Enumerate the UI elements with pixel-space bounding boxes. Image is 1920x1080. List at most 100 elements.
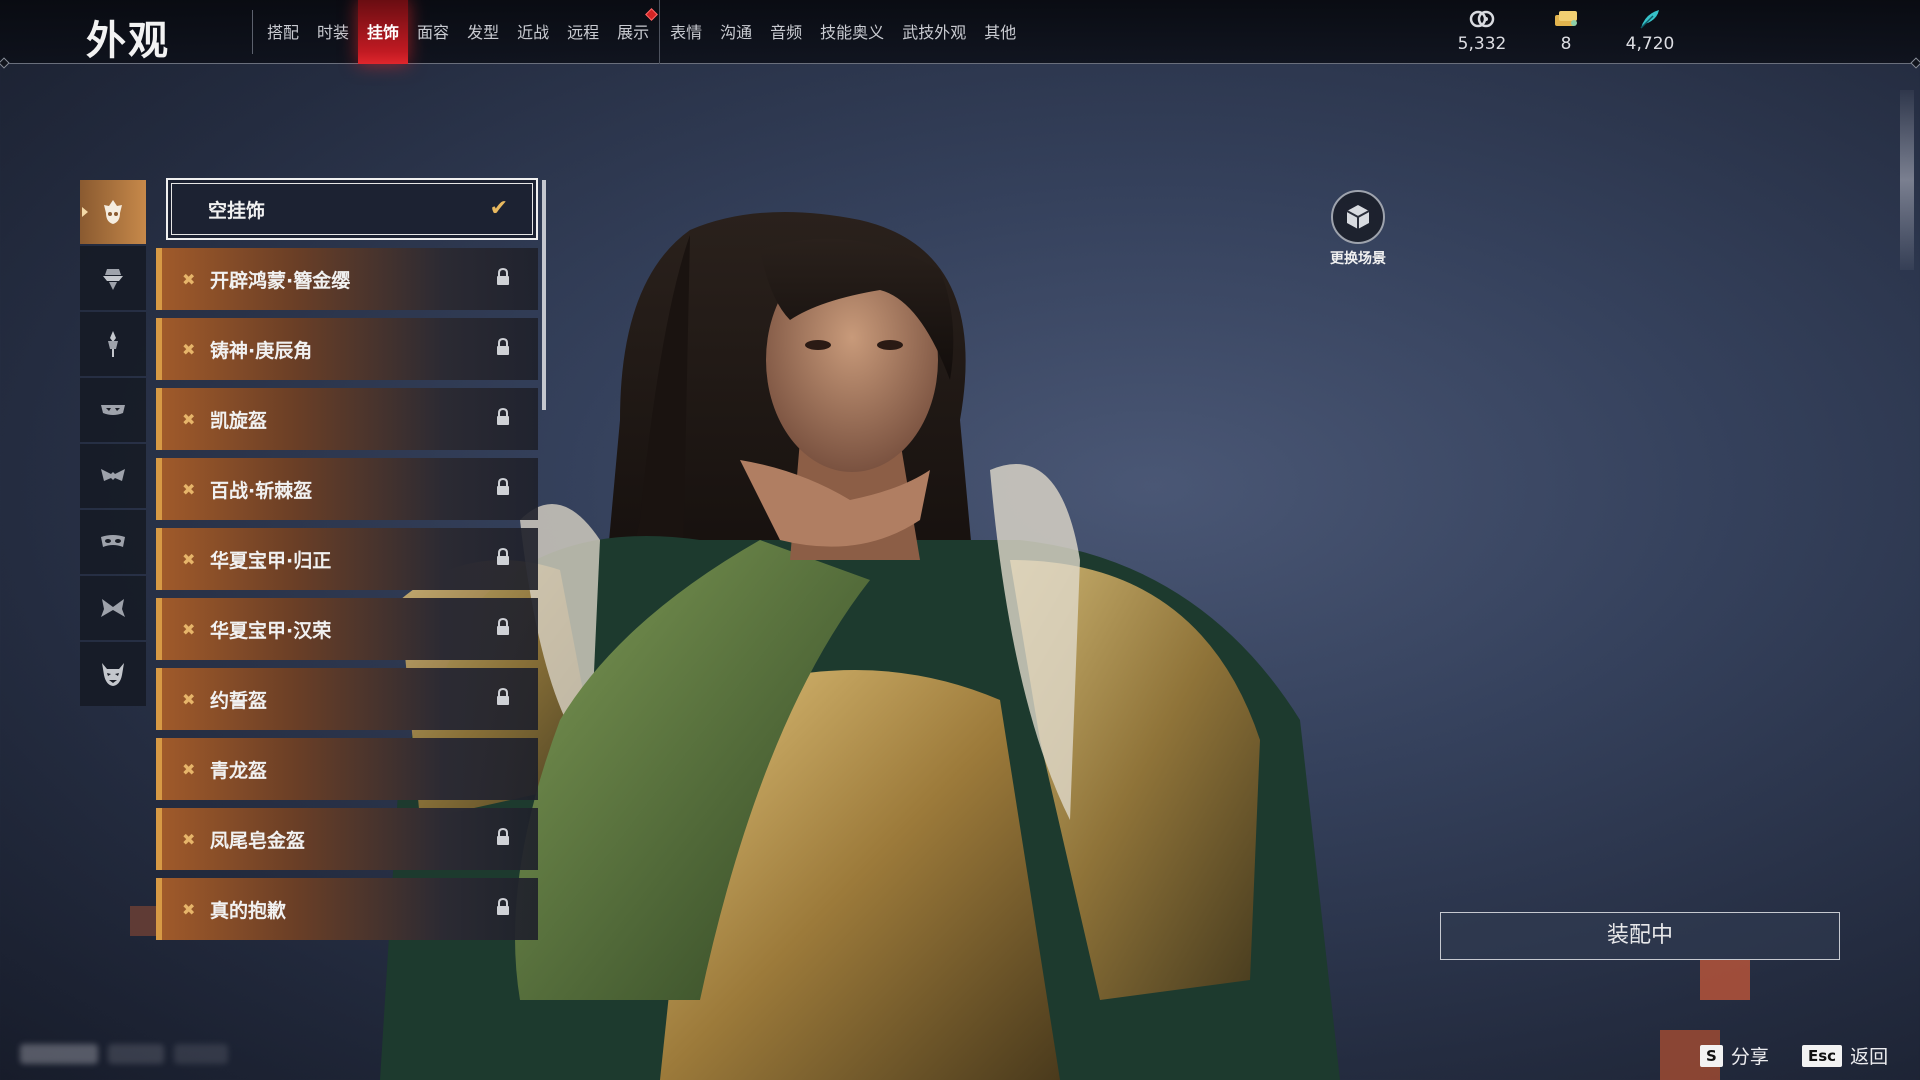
- list-scrollbar[interactable]: [542, 180, 546, 410]
- currency-tickets[interactable]: 8: [1524, 6, 1608, 54]
- top-bar: 外观 搭配 时装 挂饰 面容 发型 近战 远程 展示 表情 沟通 音频 技能奥义…: [0, 0, 1920, 69]
- currency-bar: 5,332 8 4,720: [1440, 6, 1692, 54]
- rarity-star-icon: ✖: [182, 549, 196, 569]
- lock-icon: [497, 338, 509, 355]
- tab-face[interactable]: 面容: [408, 0, 458, 64]
- item-name: 青龙盔: [210, 759, 268, 782]
- rarity-star-icon: ✖: [182, 829, 196, 849]
- item-name: 华夏宝甲·归正: [210, 549, 332, 572]
- lock-icon: [497, 548, 509, 565]
- item-name: 百战·斩棘盔: [210, 479, 313, 502]
- coin-stack-icon: [1440, 6, 1524, 32]
- change-scene-label: 更换场景: [1330, 251, 1386, 267]
- right-edge-decoration: [1900, 90, 1914, 270]
- lock-icon: [497, 688, 509, 705]
- category-headgear[interactable]: [80, 180, 146, 244]
- title-divider: [252, 10, 253, 54]
- equip-status-button[interactable]: 装配中: [1440, 912, 1840, 960]
- demon-mask-icon: [102, 663, 124, 686]
- list-item[interactable]: ✖ 凯旋盔: [156, 388, 538, 450]
- category-hairpin[interactable]: [80, 312, 146, 376]
- rarity-star-icon: ✖: [182, 689, 196, 709]
- rarity-star-icon: ✖: [182, 339, 196, 359]
- lock-icon: [497, 408, 509, 425]
- key-s: S: [1700, 1044, 1723, 1067]
- tab-outfit[interactable]: 搭配: [258, 0, 308, 64]
- category-hat[interactable]: [80, 246, 146, 310]
- list-item[interactable]: ✖ 华夏宝甲·归正: [156, 528, 538, 590]
- share-hint[interactable]: S 分享: [1700, 1042, 1769, 1069]
- tab-accessories[interactable]: 挂饰: [358, 0, 409, 64]
- currency-coins[interactable]: 5,332: [1440, 6, 1524, 54]
- tab-display-label: 展示: [617, 23, 650, 42]
- currency-coins-value: 5,332: [1457, 34, 1507, 54]
- page-title: 外观: [86, 18, 170, 64]
- hairpin-icon: [108, 331, 118, 357]
- mask-icon: [101, 535, 125, 547]
- list-item[interactable]: ✖ 约誓盔: [156, 668, 538, 730]
- category-butterfly-mask[interactable]: [80, 576, 146, 640]
- lock-icon: [497, 898, 509, 915]
- list-item[interactable]: ✖ 凤尾皂金盔: [156, 808, 538, 870]
- tab-hairstyle[interactable]: 发型: [458, 0, 508, 64]
- butterfly-mask-icon: [101, 599, 125, 617]
- tab-emote[interactable]: 表情: [661, 0, 711, 64]
- tab-other[interactable]: 其他: [975, 0, 1025, 64]
- lock-icon: [497, 268, 509, 285]
- list-item[interactable]: ✖ 华夏宝甲·汉荣: [156, 598, 538, 660]
- item-name: 空挂饰: [208, 199, 266, 222]
- blurred-player-id: [20, 1044, 98, 1064]
- rarity-star-icon: ✖: [182, 409, 196, 429]
- list-item[interactable]: ✖ 铸神·庚辰角: [156, 318, 538, 380]
- rarity-star-icon: ✖: [182, 479, 196, 499]
- eye-mask-icon: [101, 469, 125, 481]
- rarity-star-icon: ✖: [182, 619, 196, 639]
- tab-skill-ultimate[interactable]: 技能奥义: [811, 0, 893, 64]
- share-label: 分享: [1730, 1046, 1769, 1068]
- rarity-star-icon: ✖: [182, 899, 196, 919]
- hat-icon: [103, 269, 123, 290]
- list-item[interactable]: ✖ 百战·斩棘盔: [156, 458, 538, 520]
- headgear-icon: [104, 200, 122, 224]
- accessory-list: 空挂饰 ✔ ✖ 开辟鸿蒙·簪金缨 ✖ 铸神·庚辰角 ✖ 凯旋盔 ✖ 百战·斩棘盔…: [156, 178, 538, 948]
- category-face-mask[interactable]: [80, 378, 146, 442]
- tab-audio[interactable]: 音频: [761, 0, 811, 64]
- change-scene-button[interactable]: 更换场景: [1318, 190, 1398, 268]
- list-item[interactable]: ✖ 青龙盔: [156, 738, 538, 800]
- item-name: 凤尾皂金盔: [210, 829, 306, 852]
- item-name: 开辟鸿蒙·簪金缨: [210, 269, 351, 292]
- tab-communication[interactable]: 沟通: [711, 0, 761, 64]
- category-column: [80, 180, 146, 708]
- item-name: 真的抱歉: [210, 899, 287, 922]
- lock-icon: [497, 478, 509, 495]
- tab-separator: [659, 0, 661, 64]
- face-mask-icon: [101, 405, 125, 415]
- feather-icon: [1608, 6, 1692, 32]
- checkmark-icon: ✔: [489, 196, 508, 221]
- ticket-icon: [1524, 6, 1608, 32]
- tab-martial-appearance[interactable]: 武技外观: [893, 0, 975, 64]
- list-item-empty-accessory[interactable]: 空挂饰 ✔: [166, 178, 538, 240]
- tab-melee[interactable]: 近战: [508, 0, 558, 64]
- key-esc: Esc: [1802, 1044, 1843, 1067]
- back-label: 返回: [1850, 1046, 1889, 1068]
- blurred-info: [108, 1044, 164, 1064]
- item-name: 华夏宝甲·汉荣: [210, 619, 332, 642]
- tab-display[interactable]: 展示: [608, 0, 658, 64]
- tab-fashion[interactable]: 时装: [308, 0, 358, 64]
- category-demon-mask[interactable]: [80, 642, 146, 706]
- tab-ranged[interactable]: 远程: [558, 0, 608, 64]
- rarity-star-icon: ✖: [182, 269, 196, 289]
- category-eye-mask[interactable]: [80, 444, 146, 508]
- back-hint[interactable]: Esc 返回: [1802, 1042, 1888, 1069]
- list-item[interactable]: ✖ 真的抱歉: [156, 878, 538, 940]
- item-name: 凯旋盔: [210, 409, 268, 432]
- list-item[interactable]: ✖ 开辟鸿蒙·簪金缨: [156, 248, 538, 310]
- currency-tickets-value: 8: [1560, 34, 1572, 54]
- category-mask[interactable]: [80, 510, 146, 574]
- new-badge-icon: [645, 8, 658, 21]
- currency-feathers[interactable]: 4,720: [1608, 6, 1692, 54]
- blurred-info: [174, 1044, 228, 1064]
- lock-icon: [497, 828, 509, 845]
- item-name: 铸神·庚辰角: [210, 339, 313, 362]
